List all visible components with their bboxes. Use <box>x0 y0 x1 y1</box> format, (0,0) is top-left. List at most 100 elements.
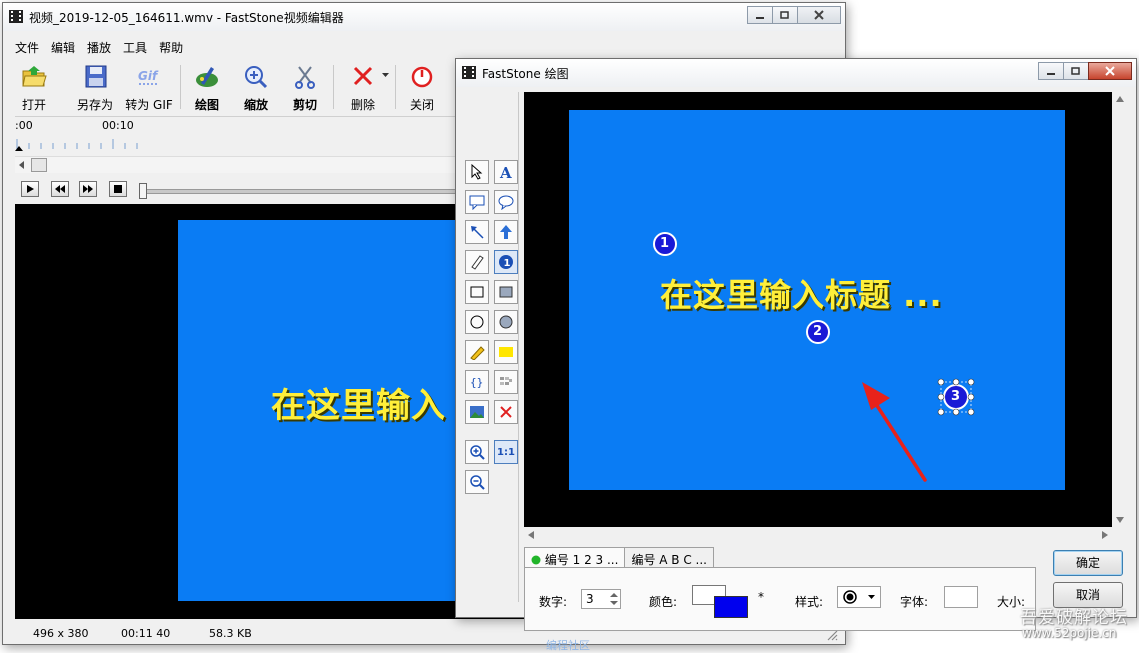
close-icon <box>1105 66 1115 76</box>
blur-tool[interactable] <box>494 370 518 394</box>
cut-label: 剪切 <box>292 98 317 112</box>
drawing-canvas[interactable]: 在这里输入标题 ... 1 2 3 <box>524 92 1112 527</box>
close-button[interactable] <box>1088 62 1132 80</box>
text-tool[interactable]: A <box>494 160 518 184</box>
minimize-button[interactable] <box>747 6 773 24</box>
callout-tool[interactable] <box>465 190 489 214</box>
delete-button[interactable]: 删除 <box>345 65 381 113</box>
highlight-rect-tool[interactable] <box>494 340 518 364</box>
line-arrow-tool[interactable] <box>465 220 489 244</box>
play-icon <box>27 185 34 193</box>
marker-style-tabs: 编号 1 2 3 ... 编号 A B C ... <box>524 547 714 571</box>
rectangle-tool[interactable] <box>465 280 489 304</box>
draw-button[interactable]: 绘图 <box>190 65 224 113</box>
draw-label: 绘图 <box>194 98 219 112</box>
film-icon <box>9 10 23 23</box>
zoom-label: 缩放 <box>243 98 268 112</box>
to-gif-button[interactable]: Gif 转为 GIF <box>123 65 175 113</box>
rewind-button[interactable] <box>51 181 69 197</box>
cloud-callout-tool[interactable] <box>494 190 518 214</box>
menu-help[interactable]: 帮助 <box>159 37 183 57</box>
actual-size-tool[interactable]: 1:1 <box>494 440 518 464</box>
restore-button[interactable] <box>772 6 798 24</box>
number-marker-tool[interactable]: 1 <box>494 250 518 274</box>
svg-text:1: 1 <box>504 258 511 269</box>
red-arrow[interactable] <box>862 382 927 482</box>
seek-thumb[interactable] <box>139 183 147 199</box>
open-button[interactable]: 打开 <box>17 65 51 113</box>
timeline-mark: 00:10 <box>102 119 134 132</box>
number-spinner[interactable]: 3 <box>581 589 621 609</box>
scroll-down-icon[interactable] <box>1116 517 1124 523</box>
yellow-rect-icon <box>499 347 513 357</box>
film-icon <box>462 66 476 79</box>
canvas-horizontal-scrollbar[interactable] <box>524 527 1112 543</box>
zoom-out-tool[interactable] <box>465 470 489 494</box>
minimize-icon <box>1047 73 1055 75</box>
scroll-right-icon[interactable] <box>1102 531 1108 539</box>
save-as-button[interactable]: 另存为 <box>75 65 115 113</box>
window-title: 视频_2019-12-05_164611.wmv - FastStone视频编辑… <box>29 11 344 25</box>
close-file-button[interactable]: 关闭 <box>405 65 439 113</box>
style-dropdown[interactable] <box>837 586 881 608</box>
menu-edit[interactable]: 编辑 <box>51 37 75 57</box>
circle-style-icon <box>843 590 857 604</box>
number-marker-icon: 1 <box>499 255 513 269</box>
scissors-icon <box>295 66 315 89</box>
fast-forward-icon <box>83 185 93 193</box>
select-tool[interactable] <box>465 160 489 184</box>
filled-ellipse-tool[interactable] <box>494 310 518 334</box>
filled-rectangle-tool[interactable] <box>494 280 518 304</box>
pen-tool[interactable] <box>465 250 489 274</box>
svg-text:A: A <box>499 164 512 180</box>
seek-bar[interactable] <box>143 189 457 194</box>
scroll-left-icon[interactable] <box>528 531 534 539</box>
watermark-title: 吾爱破解论坛 <box>1020 608 1128 628</box>
zoom-button[interactable]: 缩放 <box>239 65 273 113</box>
font-selector[interactable] <box>944 586 978 608</box>
floppy-disk-icon <box>85 65 107 88</box>
save-as-label: 另存为 <box>76 98 113 112</box>
style-label: 样式: <box>795 595 824 609</box>
scroll-up-icon[interactable] <box>1116 96 1124 102</box>
delete-tool[interactable] <box>494 400 518 424</box>
open-label: 打开 <box>21 98 46 112</box>
minimize-button[interactable] <box>1038 62 1064 80</box>
foreground-color-swatch[interactable] <box>714 596 748 618</box>
delete-label: 删除 <box>350 98 375 112</box>
menu-tools[interactable]: 工具 <box>123 37 147 57</box>
restore-icon <box>780 11 789 19</box>
brace-tool[interactable]: {} <box>465 370 489 394</box>
fast-forward-button[interactable] <box>79 181 97 197</box>
tab-number-abc[interactable]: 编号 A B C ... <box>624 547 714 567</box>
toolbar-separator <box>395 65 396 109</box>
rewind-icon <box>55 185 65 193</box>
scroll-left-icon[interactable] <box>19 161 25 169</box>
ellipse-tool[interactable] <box>465 310 489 334</box>
menu-play[interactable]: 播放 <box>87 37 111 57</box>
delete-dropdown-arrow-icon[interactable] <box>382 73 390 79</box>
highlighter-tool[interactable] <box>465 340 489 364</box>
scroll-thumb[interactable] <box>31 158 47 172</box>
draw-title-bar: FastStone 绘图 <box>456 59 1136 87</box>
timeline-start: :00 <box>15 119 33 132</box>
delete-x-icon <box>353 66 373 86</box>
cut-button[interactable]: 剪切 <box>288 65 322 113</box>
close-button[interactable] <box>797 6 841 24</box>
tab-number-123-label: 编号 1 2 3 ... <box>544 553 619 567</box>
zoom-in-tool[interactable] <box>465 440 489 464</box>
zoom-in-icon <box>245 66 268 89</box>
image-tool[interactable] <box>465 400 489 424</box>
watermark-faint: 编程社区 <box>546 639 590 652</box>
spinner-arrows-icon[interactable] <box>609 591 619 607</box>
menu-file[interactable]: 文件 <box>15 37 39 57</box>
canvas-vertical-scrollbar[interactable] <box>1112 92 1128 527</box>
ok-button[interactable]: 确定 <box>1053 550 1123 576</box>
block-arrow-tool[interactable] <box>494 220 518 244</box>
toolbar-separator <box>333 65 334 109</box>
restore-button[interactable] <box>1063 62 1089 80</box>
play-button[interactable] <box>21 181 39 197</box>
marker-1-label: 1 <box>660 236 670 251</box>
draw-window: FastStone 绘图 A 1 {} 1:1 在这里输入标题 ... 1 2 … <box>455 58 1137 631</box>
stop-button[interactable] <box>109 181 127 197</box>
